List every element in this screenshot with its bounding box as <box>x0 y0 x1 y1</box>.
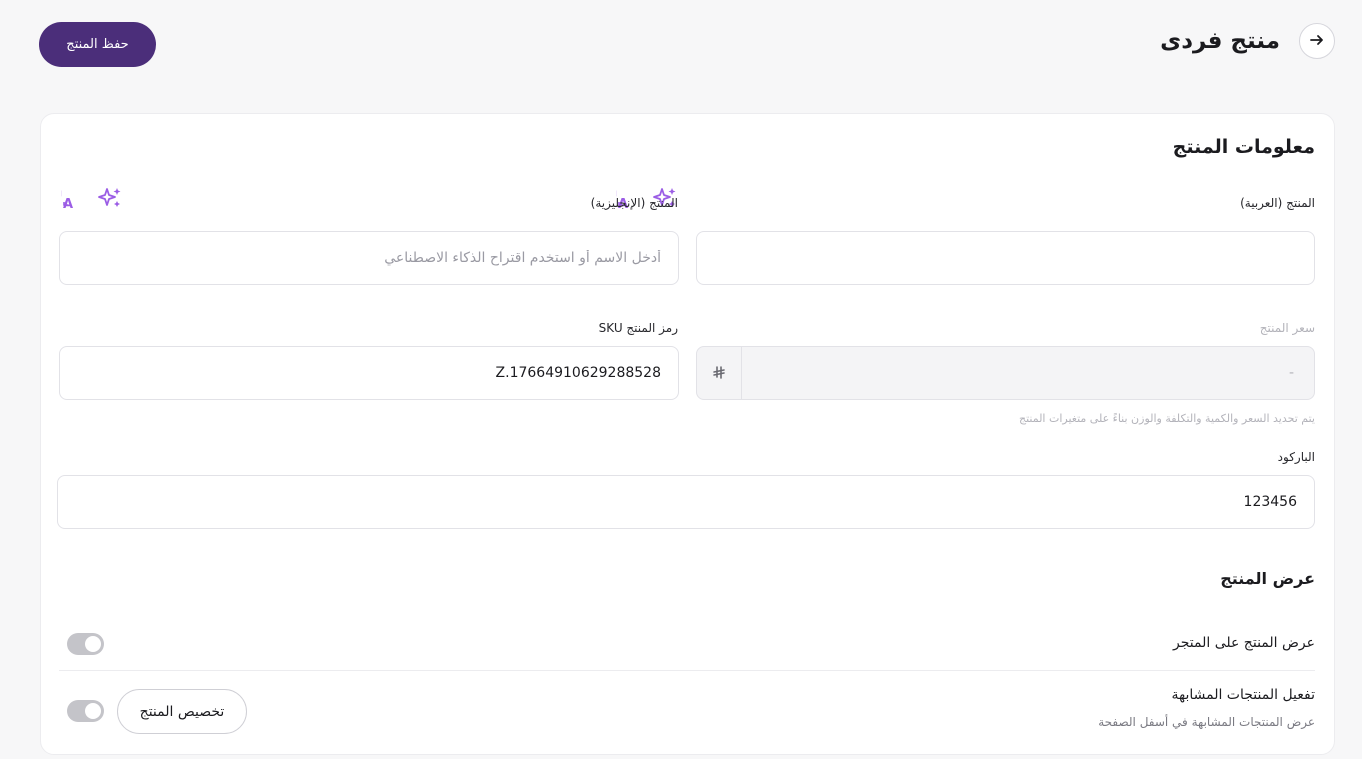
price-hint: يتم تحديد السعر والكمية والتكلفة والوزن … <box>1018 412 1315 425</box>
barcode-input[interactable] <box>57 475 1315 529</box>
show-in-store-label: عرض المنتج على المتجر <box>1173 635 1315 651</box>
riyal-icon <box>697 347 742 399</box>
save-product-button[interactable]: حفظ المنتج <box>39 22 156 67</box>
similar-products-label: تفعيل المنتجات المشابهة <box>1171 687 1316 703</box>
product-page: منتج فردى حفظ المنتج معلومات المنتج المن… <box>0 0 1362 759</box>
name-en-input[interactable] <box>59 231 679 285</box>
section-title-display: عرض المنتج <box>1220 569 1315 588</box>
sku-input[interactable] <box>59 346 679 400</box>
svg-text:中: 中 <box>61 187 62 201</box>
divider <box>59 670 1315 671</box>
price-input <box>742 347 1314 399</box>
show-in-store-toggle[interactable] <box>67 633 104 655</box>
name-en-label: المنتج (الإنجليزية) <box>590 196 678 210</box>
toggle-knob <box>85 703 101 719</box>
product-info-card: معلومات المنتج المنتج (العربية) 中A المنت… <box>40 113 1335 755</box>
name-en-ai-tools: 中A <box>61 186 123 210</box>
barcode-label: الباركود <box>1277 450 1315 464</box>
similar-products-description: عرض المنتجات المشابهة في أسفل الصفحة <box>1098 715 1315 729</box>
similar-products-toggle[interactable] <box>67 700 104 722</box>
arrow-right-icon <box>1309 32 1325 51</box>
customize-product-button[interactable]: تخصيص المنتج <box>117 689 247 734</box>
translate-icon[interactable]: 中A <box>61 186 87 210</box>
section-title-product-info: معلومات المنتج <box>1172 136 1315 158</box>
sku-label: رمز المنتج SKU <box>598 321 678 335</box>
page-title: منتج فردى <box>1160 28 1280 54</box>
name-ar-label: المنتج (العربية) <box>1240 196 1315 210</box>
toggle-knob <box>85 636 101 652</box>
price-label: سعر المنتج <box>1259 321 1315 335</box>
back-button[interactable] <box>1299 23 1335 59</box>
price-field <box>696 346 1315 400</box>
sparkles-icon[interactable] <box>97 186 123 210</box>
name-ar-input[interactable] <box>696 231 1315 285</box>
